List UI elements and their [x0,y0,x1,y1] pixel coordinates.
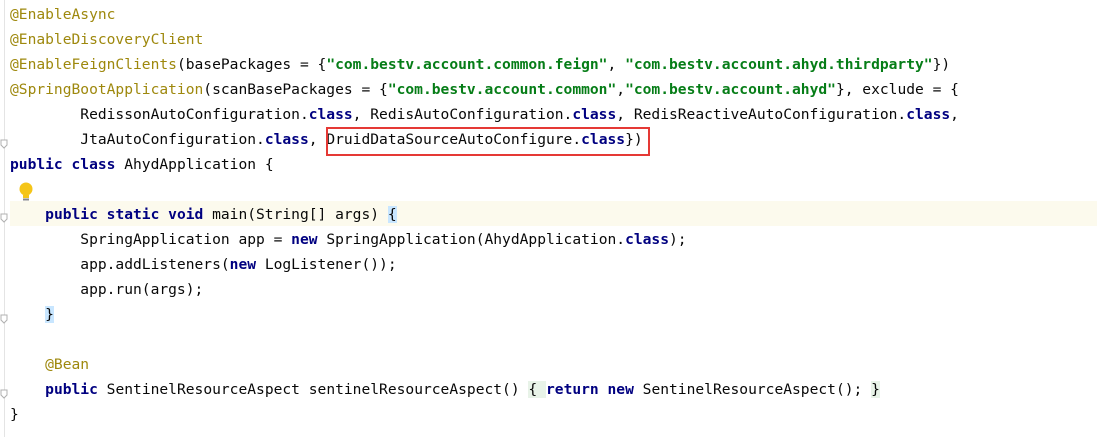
fold-icon[interactable] [0,389,8,399]
code-token: @EnableFeignClients [10,56,177,73]
code-token: class [572,106,617,123]
code-token: "com.bestv.account.ahyd" [625,81,836,98]
code-token: class [906,106,951,123]
code-token: public class [10,156,125,173]
code-line[interactable]: RedissonAutoConfiguration.class, RedisAu… [10,102,1097,127]
code-token: (scanBasePackages = { [203,81,388,98]
code-line[interactable]: @EnableDiscoveryClient [10,27,1097,52]
code-line[interactable]: app.run(args); [10,277,1097,302]
code-token: class [625,231,669,248]
code-token: (basePackages = { [176,56,327,73]
code-token: class [308,106,353,123]
lightbulb-icon[interactable] [17,181,35,203]
code-token: , RedisAutoConfiguration. [352,106,573,123]
code-token: public [45,381,107,398]
code-line[interactable]: SpringApplication app = new SpringApplic… [10,227,1097,252]
code-token: { [528,381,546,398]
code-editor[interactable]: @EnableAsync @EnableDiscoveryClient @Enabl… [0,0,1097,437]
code-token: } [871,381,880,398]
code-token: @SpringBootApplication [10,81,204,98]
code-token: SpringApplication app = [10,231,292,248]
code-token: new [291,231,327,248]
code-token: "com.bestv.account.ahyd.thirdparty" [625,56,933,73]
code-line[interactable]: @EnableAsync [10,2,1097,27]
code-token: main(String[] args) [212,206,388,223]
code-token: @Bean [10,356,90,373]
highlight-box [326,127,650,156]
code-token: , [616,81,626,98]
code-token: JtaAutoConfiguration. [10,131,265,148]
code-token: , [950,106,959,123]
code-token: { [387,206,397,223]
code-line[interactable] [10,327,1097,352]
code-token: SentinelResourceAspect(); [642,381,872,398]
code-token: LogListener()); [264,256,397,273]
code-token: app.addListeners( [10,256,230,273]
code-line[interactable] [10,177,1097,202]
code-line[interactable]: @EnableFeignClients(basePackages = {"com… [10,52,1097,77]
code-token: ); [669,231,687,248]
fold-icon[interactable] [0,314,8,324]
code-token: class [264,131,309,148]
code-token: return new [546,381,643,398]
code-token: "com.bestv.account.common" [387,81,617,98]
code-line[interactable]: @SpringBootApplication(scanBasePackages … [10,77,1097,102]
code-token: AhydApplication { [124,156,274,173]
code-token: }, exclude = { [835,81,959,98]
code-token: } [45,306,54,323]
code-token: public static void [45,206,213,223]
code-line[interactable]: app.addListeners(new LogListener()); [10,252,1097,277]
code-token: "com.bestv.account.common.feign" [326,56,608,73]
code-token: app.run(args); [10,281,204,298]
code-line[interactable]: public static void main(String[] args) { [10,202,1097,227]
code-line[interactable]: public SentinelResourceAspect sentinelRe… [10,377,1097,402]
code-token: @EnableAsync [10,6,116,23]
code-token: new [229,256,265,273]
code-token: , RedisReactiveAutoConfiguration. [616,106,907,123]
code-token: , [607,56,626,73]
fold-icon[interactable] [0,213,8,223]
code-token: RedissonAutoConfiguration. [10,106,309,123]
code-token: } [10,406,19,423]
code-token: }) [932,56,951,73]
code-line[interactable]: @Bean [10,352,1097,377]
fold-icon[interactable] [0,139,8,149]
code-token: SpringApplication(AhydApplication. [326,231,626,248]
code-line[interactable]: } [10,302,1097,327]
code-token: @EnableDiscoveryClient [10,31,204,48]
code-line[interactable]: } [10,402,1097,427]
code-token: SentinelResourceAspect sentinelResourceA… [106,381,529,398]
